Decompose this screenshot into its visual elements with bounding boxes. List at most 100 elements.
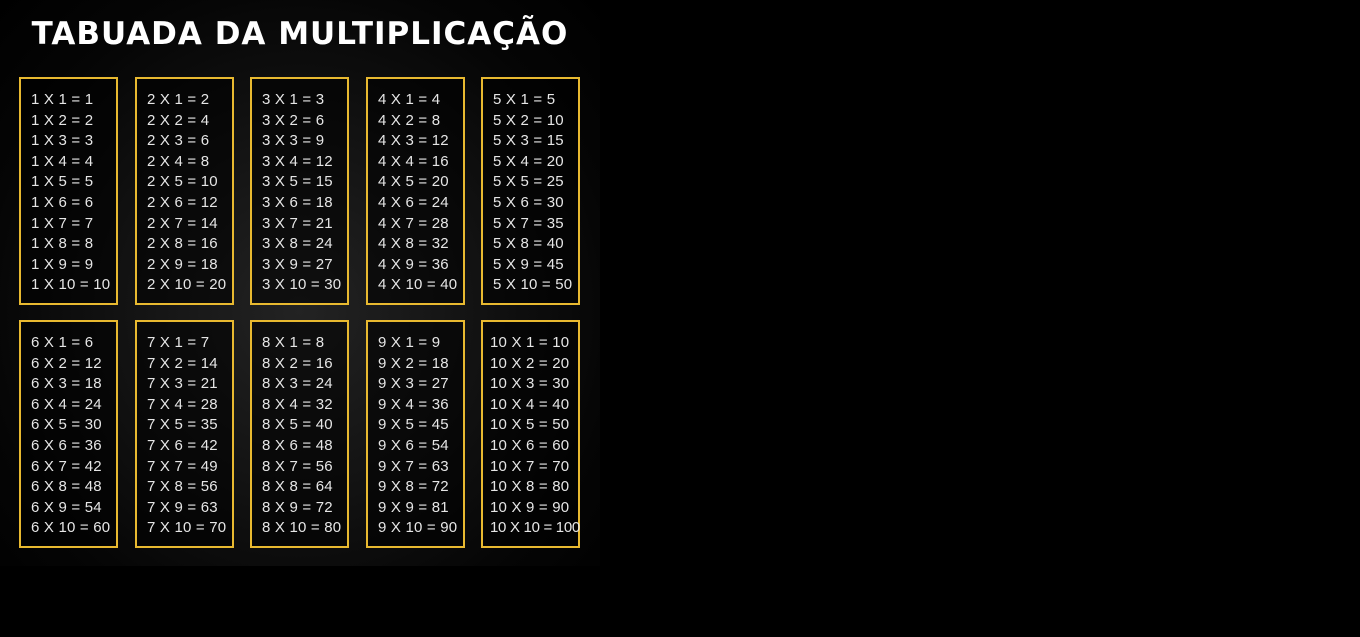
table-row: 6 X 9 = 54 [31,498,102,516]
table-row: 5 X 7 = 35 [493,214,564,232]
poster-title: TABUADA DA MULTIPLICAÇÃO [31,16,569,52]
table-row: 3 X 4 = 12 [262,152,333,170]
table-row: 10 X 1 = 10 [490,334,570,351]
table-row: 7 X 2 = 14 [147,354,218,372]
multiplication-poster: TABUADA DA MULTIPLICAÇÃO 1 X 1 = 1 1 X 2… [0,0,600,566]
table-row: 10 X 8 = 80 [490,478,570,496]
table-row: 6 X 8 = 48 [31,478,102,496]
table-row: 1 X 5 = 5 [31,173,94,191]
table-row: 6 X 7 = 42 [31,457,102,475]
table-row: 9 X 10 = 90 [378,519,458,537]
table-row: 10 X 5 = 50 [490,416,570,434]
table-row: 8 X 10 = 80 [262,519,342,537]
table-row: 7 X 5 = 35 [147,416,218,434]
table-card-10: 10 X 1 = 10 10 X 2 = 20 10 X 3 = 30 10 X… [481,320,580,548]
table-row: 1 X 4 = 4 [31,152,94,170]
table-card-5: 5 X 1 = 5 5 X 2 = 10 5 X 3 = 15 5 X 4 = … [481,77,580,305]
table-row: 2 X 4 = 8 [147,152,210,170]
table-row: 4 X 4 = 16 [378,152,449,170]
table-card-1: 1 X 1 = 1 1 X 2 = 2 1 X 3 = 3 1 X 4 = 4 … [19,77,118,305]
table-row: 4 X 8 = 32 [378,235,449,253]
table-row: 2 X 9 = 18 [147,255,218,273]
table-row: 9 X 1 = 9 [378,334,441,351]
table-row: 3 X 3 = 9 [262,132,325,150]
table-card-2: 2 X 1 = 2 2 X 2 = 4 2 X 3 = 6 2 X 4 = 8 … [135,77,234,305]
table-row: 1 X 1 = 1 [31,91,94,108]
table-row: 5 X 4 = 20 [493,152,564,170]
table-row: 4 X 5 = 20 [378,173,449,191]
table-row: 5 X 10 = 50 [493,276,573,294]
table-row: 9 X 4 = 36 [378,395,449,413]
table-row: 6 X 6 = 36 [31,436,102,454]
table-row: 8 X 8 = 64 [262,478,333,496]
table-row: 1 X 6 = 6 [31,193,94,211]
table-row: 4 X 10 = 40 [378,276,458,294]
table-row: 8 X 1 = 8 [262,334,325,351]
table-row: 10 X 4 = 40 [490,395,570,413]
table-row: 10 X 3 = 30 [490,375,570,393]
table-card-3: 3 X 1 = 3 3 X 2 = 6 3 X 3 = 9 3 X 4 = 12… [250,77,349,305]
table-row: 3 X 2 = 6 [262,111,325,129]
table-row: 1 X 2 = 2 [31,111,94,129]
table-row: 2 X 8 = 16 [147,235,218,253]
table-row: 9 X 3 = 27 [378,375,449,393]
table-row: 8 X 6 = 48 [262,436,333,454]
table-row: 7 X 4 = 28 [147,395,218,413]
table-row: 8 X 2 = 16 [262,354,333,372]
table-row: 3 X 8 = 24 [262,235,333,253]
table-row: 5 X 1 = 5 [493,91,556,108]
table-row: 9 X 5 = 45 [378,416,449,434]
table-row: 4 X 7 = 28 [378,214,449,232]
table-row: 6 X 10 = 60 [31,519,111,537]
table-row: 3 X 9 = 27 [262,255,333,273]
table-row: 10 X 6 = 60 [490,436,570,454]
table-row: 10 X 2 = 20 [490,354,570,372]
table-card-4: 4 X 1 = 4 4 X 2 = 8 4 X 3 = 12 4 X 4 = 1… [366,77,465,305]
table-row: 7 X 3 = 21 [147,375,218,393]
table-row: 3 X 1 = 3 [262,91,325,108]
table-row: 5 X 8 = 40 [493,235,564,253]
table-row: 3 X 6 = 18 [262,193,333,211]
table-row: 7 X 7 = 49 [147,457,218,475]
table-row: 2 X 10 = 20 [147,276,227,294]
table-row: 9 X 7 = 63 [378,457,449,475]
table-row: 4 X 9 = 36 [378,255,449,273]
table-row: 10 X 9 = 90 [490,498,570,516]
table-row: 2 X 3 = 6 [147,132,210,150]
table-row: 5 X 5 = 25 [493,173,564,191]
table-row: 10 X 7 = 70 [490,457,570,475]
table-row: 4 X 6 = 24 [378,193,449,211]
table-row: 5 X 6 = 30 [493,193,564,211]
table-row: 6 X 3 = 18 [31,375,102,393]
table-row: 2 X 7 = 14 [147,214,218,232]
table-row: 4 X 3 = 12 [378,132,449,150]
table-row: 8 X 3 = 24 [262,375,333,393]
table-card-7: 7 X 1 = 7 7 X 2 = 14 7 X 3 = 21 7 X 4 = … [135,320,234,548]
table-card-9: 9 X 1 = 9 9 X 2 = 18 9 X 3 = 27 9 X 4 = … [366,320,465,548]
table-row: 3 X 5 = 15 [262,173,333,191]
table-row: 9 X 9 = 81 [378,498,449,516]
table-row: 1 X 9 = 9 [31,255,94,273]
table-row: 8 X 9 = 72 [262,498,333,516]
table-row: 3 X 7 = 21 [262,214,333,232]
table-row: 7 X 9 = 63 [147,498,218,516]
table-row: 6 X 1 = 6 [31,334,94,351]
table-row: 7 X 6 = 42 [147,436,218,454]
table-row: 10 X 10 = 100 [490,519,580,537]
table-row: 9 X 6 = 54 [378,436,449,454]
table-row: 2 X 5 = 10 [147,173,218,191]
table-row: 1 X 8 = 8 [31,235,94,253]
table-row: 2 X 2 = 4 [147,111,210,129]
table-row: 3 X 10 = 30 [262,276,342,294]
table-row: 8 X 7 = 56 [262,457,333,475]
table-row: 5 X 9 = 45 [493,255,564,273]
table-row: 4 X 2 = 8 [378,111,441,129]
table-card-8: 8 X 1 = 8 8 X 2 = 16 8 X 3 = 24 8 X 4 = … [250,320,349,548]
table-row: 2 X 6 = 12 [147,193,218,211]
table-row: 8 X 4 = 32 [262,395,333,413]
table-row: 9 X 2 = 18 [378,354,449,372]
table-row: 7 X 8 = 56 [147,478,218,496]
table-row: 1 X 10 = 10 [31,276,111,294]
table-row: 9 X 8 = 72 [378,478,449,496]
table-row: 6 X 4 = 24 [31,395,102,413]
